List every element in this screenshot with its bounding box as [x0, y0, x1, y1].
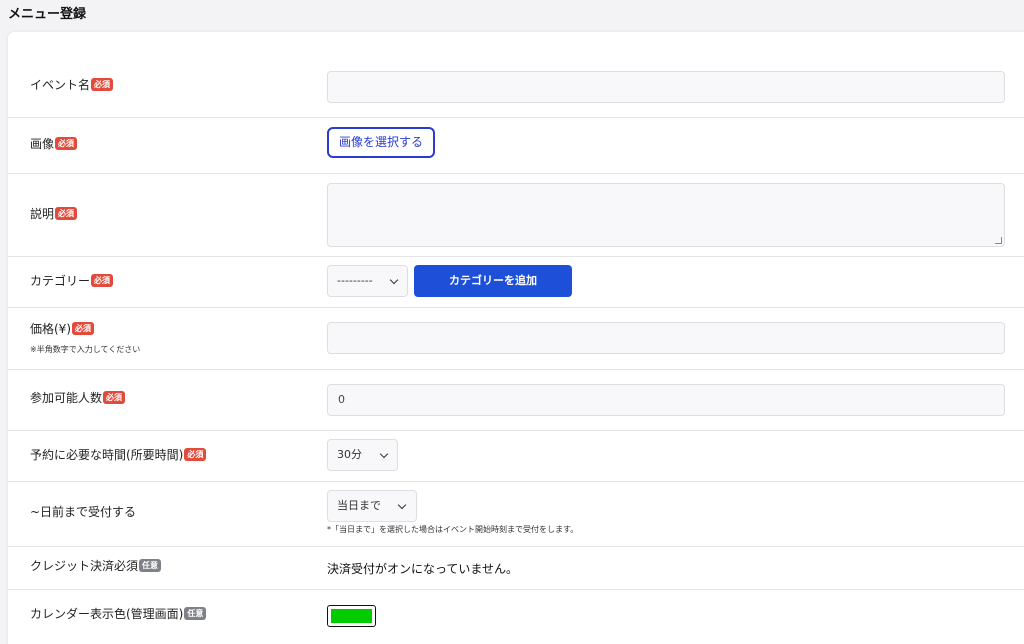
deadline-label-text: ~日前まで受付する: [30, 505, 137, 519]
form-row-event-name: イベント名 必須: [8, 32, 1024, 118]
form-row-description: 説明 必須: [8, 174, 1024, 257]
capacity-label-text: 参加可能人数: [30, 391, 103, 405]
image-label-text: 画像: [30, 137, 55, 151]
form-row-image: 画像 必須 画像を選択する: [8, 118, 1024, 174]
credit-label-text: クレジット決済必須: [30, 559, 139, 573]
price-note: ※半角数字で入力してください: [30, 345, 141, 354]
event-name-label-text: イベント名: [30, 78, 91, 92]
add-category-button[interactable]: カテゴリーを追加: [414, 265, 572, 297]
required-badge: 必須: [103, 391, 126, 404]
calendar-color-label: カレンダー表示色(管理画面) 任意: [30, 605, 207, 622]
page-title: メニュー登録: [8, 7, 87, 22]
credit-label: クレジット決済必須 任意: [30, 557, 162, 574]
select-image-button[interactable]: 画像を選択する: [327, 127, 436, 158]
form-row-capacity: 参加可能人数 必須 0: [8, 370, 1024, 431]
event-name-input[interactable]: [327, 71, 1005, 103]
description-textarea[interactable]: [327, 183, 1005, 247]
deadline-selected-value: 当日まで: [337, 499, 381, 512]
chevron-down-icon: [389, 275, 399, 285]
deadline-label: ~日前まで受付する: [30, 503, 136, 520]
calendar-color-label-text: カレンダー表示色(管理画面): [30, 607, 184, 621]
optional-badge: 任意: [184, 607, 207, 620]
form-row-calendar-color: カレンダー表示色(管理画面) 任意: [8, 590, 1024, 644]
category-selected-value: ---------: [337, 274, 373, 287]
chevron-down-icon: [379, 449, 389, 459]
credit-status-text: 決済受付がオンになっていません。: [327, 562, 519, 576]
required-badge: 必須: [91, 78, 114, 91]
image-label: 画像 必須: [30, 135, 78, 152]
calendar-color-picker[interactable]: [327, 605, 376, 627]
event-name-label: イベント名 必須: [30, 76, 114, 93]
form-row-credit: クレジット決済必須 任意 決済受付がオンになっていません。: [8, 547, 1024, 590]
duration-label-text: 予約に必要な時間(所要時間): [30, 448, 184, 462]
required-badge: 必須: [91, 274, 114, 287]
duration-selected-value: 30分: [337, 448, 362, 461]
form-row-category: カテゴリー 必須 --------- カテゴリーを追加: [8, 257, 1024, 308]
required-badge: 必須: [184, 448, 207, 461]
form-row-deadline: ~日前まで受付する 当日まで *「当日まで」を選択した場合はイベント開始時刻まで…: [8, 482, 1024, 547]
duration-label: 予約に必要な時間(所要時間) 必須: [30, 446, 207, 463]
optional-badge: 任意: [139, 559, 162, 572]
deadline-note: *「当日まで」を選択した場合はイベント開始時刻まで受付をします。: [327, 525, 579, 534]
description-label-text: 説明: [30, 207, 55, 221]
chevron-down-icon: [397, 500, 407, 510]
required-badge: 必須: [55, 207, 78, 220]
price-label-text: 価格(¥): [30, 322, 71, 336]
resize-grip-icon[interactable]: [995, 237, 1002, 244]
form-row-duration: 予約に必要な時間(所要時間) 必須 30分: [8, 431, 1024, 482]
color-swatch-fill: [331, 609, 372, 623]
capacity-label: 参加可能人数 必須: [30, 389, 126, 406]
required-badge: 必須: [72, 322, 94, 335]
price-input[interactable]: [327, 322, 1005, 354]
deadline-select[interactable]: 当日まで: [327, 490, 417, 522]
duration-select[interactable]: 30分: [327, 439, 398, 471]
form-row-price: 価格(¥) 必須 ※半角数字で入力してください: [8, 308, 1024, 370]
capacity-input[interactable]: 0: [327, 384, 1005, 416]
price-label: 価格(¥) 必須: [30, 320, 94, 337]
description-label: 説明 必須: [30, 205, 78, 222]
category-label: カテゴリー 必須: [30, 272, 114, 289]
category-label-text: カテゴリー: [30, 274, 91, 288]
required-badge: 必須: [55, 137, 78, 150]
category-select[interactable]: ---------: [327, 265, 408, 297]
